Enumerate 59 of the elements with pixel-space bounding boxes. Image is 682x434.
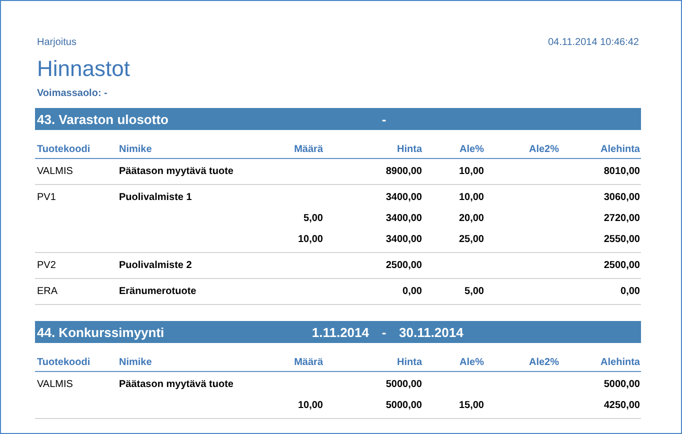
net-price: 5000,00 bbox=[604, 379, 640, 390]
discount-percent: 5,00 bbox=[464, 286, 484, 297]
discount-percent: 25,00 bbox=[458, 234, 484, 245]
period-start: 1.11.2014 bbox=[312, 324, 369, 340]
column-header: Hinta bbox=[397, 357, 422, 368]
validity-label: Voimassaolo: - bbox=[37, 88, 108, 99]
product-name: Puolivalmiste 2 bbox=[119, 260, 192, 271]
net-price: 4250,00 bbox=[604, 400, 640, 411]
price: 3400,00 bbox=[386, 192, 422, 203]
column-header: Tuotekoodi bbox=[37, 144, 90, 155]
column-header: Ale% bbox=[460, 357, 484, 368]
report-title: Hinnastot bbox=[37, 56, 131, 82]
net-price: 2500,00 bbox=[604, 260, 640, 271]
net-price: 8010,00 bbox=[604, 166, 640, 177]
column-header: Alehinta bbox=[600, 144, 640, 155]
period-separator: - bbox=[380, 112, 388, 126]
price: 0,00 bbox=[402, 286, 422, 297]
price: 2500,00 bbox=[386, 260, 422, 271]
product-code: PV1 bbox=[37, 192, 56, 203]
price: 5000,00 bbox=[386, 379, 422, 390]
product-name: Päätason myytävä tuote bbox=[119, 166, 234, 177]
discount-percent: 15,00 bbox=[458, 400, 484, 411]
price: 8900,00 bbox=[386, 166, 422, 177]
discount-percent: 20,00 bbox=[458, 213, 484, 224]
column-header: Nimike bbox=[119, 144, 152, 155]
net-price: 2720,00 bbox=[604, 213, 640, 224]
quantity: 10,00 bbox=[298, 400, 323, 411]
column-header: Määrä bbox=[294, 144, 323, 155]
net-price: 2550,00 bbox=[604, 234, 640, 245]
discount-percent: 10,00 bbox=[458, 192, 484, 203]
product-code: VALMIS bbox=[37, 379, 73, 390]
product-code: VALMIS bbox=[37, 166, 73, 177]
product-name: Päätason myytävä tuote bbox=[119, 379, 234, 390]
quantity: 10,00 bbox=[298, 234, 323, 245]
price: 3400,00 bbox=[386, 213, 422, 224]
price: 5000,00 bbox=[386, 400, 422, 411]
net-price: 0,00 bbox=[620, 286, 640, 297]
discount-percent: 10,00 bbox=[458, 166, 484, 177]
product-name: Puolivalmiste 1 bbox=[119, 192, 192, 203]
section-title: 43. Varaston ulosotto bbox=[36, 112, 170, 126]
section-title: 44. Konkurssimyynti bbox=[36, 324, 166, 340]
column-header: Ale2% bbox=[528, 144, 559, 155]
price: 3400,00 bbox=[386, 234, 422, 245]
company-name: Harjoitus bbox=[37, 37, 76, 48]
net-price: 3060,00 bbox=[604, 192, 640, 203]
column-header: Alehinta bbox=[600, 357, 640, 368]
product-code: ERA bbox=[37, 286, 58, 297]
column-header: Ale% bbox=[460, 144, 484, 155]
period-separator: - bbox=[380, 324, 388, 340]
period-end: 30.11.2014 bbox=[399, 324, 464, 340]
product-name: Eränumerotuote bbox=[119, 286, 196, 297]
column-header: Tuotekoodi bbox=[37, 357, 90, 368]
timestamp: 04.11.2014 10:46:42 bbox=[548, 37, 639, 48]
column-header: Hinta bbox=[397, 144, 422, 155]
column-header: Ale2% bbox=[528, 357, 559, 368]
column-header: Nimike bbox=[119, 357, 152, 368]
product-code: PV2 bbox=[37, 260, 56, 271]
quantity: 5,00 bbox=[304, 213, 323, 224]
column-header: Määrä bbox=[294, 357, 323, 368]
